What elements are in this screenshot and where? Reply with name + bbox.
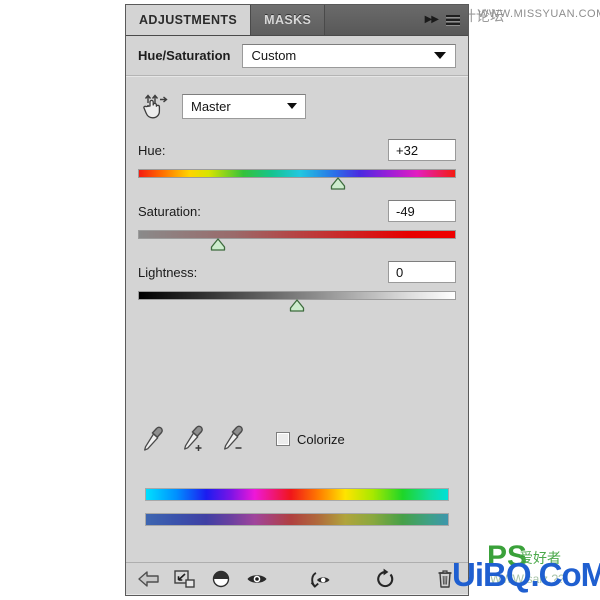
colorize-checkbox[interactable] — [276, 432, 290, 446]
back-arrow-icon[interactable] — [136, 567, 162, 591]
colorize-label: Colorize — [297, 431, 345, 447]
eyedropper-plus-icon[interactable] — [178, 424, 208, 454]
panel-bottom-toolbar — [126, 562, 468, 595]
hue-slider-thumb[interactable] — [330, 177, 346, 190]
lightness-label: Lightness: — [138, 264, 198, 280]
vivid-spectrum-bar — [145, 488, 449, 501]
page-title: Hue/Saturation — [138, 48, 231, 63]
saturation-label: Saturation: — [138, 203, 201, 219]
saturation-slider-thumb[interactable] — [210, 238, 226, 251]
panel-tab-bar: ADJUSTMENTS MASKS ▶▶ — [126, 5, 468, 36]
saturation-gradient-track[interactable] — [138, 230, 456, 239]
channel-dropdown-value: Master — [191, 98, 231, 114]
muted-spectrum-bar[interactable] — [145, 513, 449, 526]
lightness-slider-group: Lightness: 0 — [138, 260, 456, 313]
hue-slider-group: Hue: +32 — [138, 138, 456, 191]
clip-to-layer-icon[interactable] — [172, 567, 198, 591]
hue-value-input[interactable]: +32 — [388, 139, 456, 161]
chevron-down-icon — [287, 103, 297, 109]
tab-bar-filler: ▶▶ — [325, 5, 468, 35]
eyedropper-icon[interactable] — [138, 424, 168, 454]
tab-masks[interactable]: MASKS — [251, 5, 326, 35]
collapse-arrows-icon[interactable]: ▶▶ — [425, 15, 439, 25]
eyedropper-and-colorize-row: Colorize — [138, 424, 456, 454]
saturation-slider-group: Saturation: -49 — [138, 199, 456, 252]
eye-previous-state-icon[interactable] — [308, 567, 334, 591]
lightness-slider-head: Lightness: 0 — [138, 260, 456, 284]
eye-icon[interactable] — [244, 567, 270, 591]
tool-and-channel-row: Master — [138, 76, 456, 130]
tab-adjustments-label: ADJUSTMENTS — [139, 13, 238, 27]
hue-slider-head: Hue: +32 — [138, 138, 456, 162]
hue-track-wrap — [138, 169, 456, 191]
lightness-value-input[interactable]: 0 — [388, 261, 456, 283]
lightness-track-wrap — [138, 291, 456, 313]
eyedropper-minus-icon[interactable] — [218, 424, 248, 454]
tab-masks-label: MASKS — [264, 13, 312, 27]
adjustments-panel: ADJUSTMENTS MASKS ▶▶ Hue/Saturation Cust… — [125, 4, 469, 596]
half-circle-icon[interactable] — [208, 567, 234, 591]
watermark-top-url: WWW.MISSYUAN.COM — [478, 8, 600, 20]
tab-adjustments[interactable]: ADJUSTMENTS — [126, 5, 252, 35]
watermark-uibq: UiBQ.CoM — [452, 556, 600, 593]
panel-body: Master Hue: +32 Saturation: -49 Lightnes… — [126, 76, 468, 562]
preset-dropdown-value: Custom — [251, 48, 297, 63]
saturation-track-wrap — [138, 230, 456, 252]
channel-dropdown[interactable]: Master — [182, 93, 306, 119]
adjustment-header-row: Hue/Saturation Custom — [126, 36, 468, 76]
panel-menu-icon[interactable] — [446, 14, 460, 26]
reset-circular-arrow-icon[interactable] — [372, 567, 398, 591]
hue-label: Hue: — [138, 142, 166, 158]
saturation-slider-head: Saturation: -49 — [138, 199, 456, 223]
color-range-bars — [145, 488, 449, 526]
preset-dropdown[interactable]: Custom — [242, 43, 456, 68]
saturation-value-input[interactable]: -49 — [388, 200, 456, 222]
chevron-down-icon — [434, 52, 446, 59]
hue-gradient-track[interactable] — [138, 169, 456, 178]
on-image-adjustment-hand-icon[interactable] — [138, 90, 172, 122]
lightness-slider-thumb[interactable] — [289, 299, 305, 312]
colorize-checkbox-group[interactable]: Colorize — [276, 432, 345, 447]
